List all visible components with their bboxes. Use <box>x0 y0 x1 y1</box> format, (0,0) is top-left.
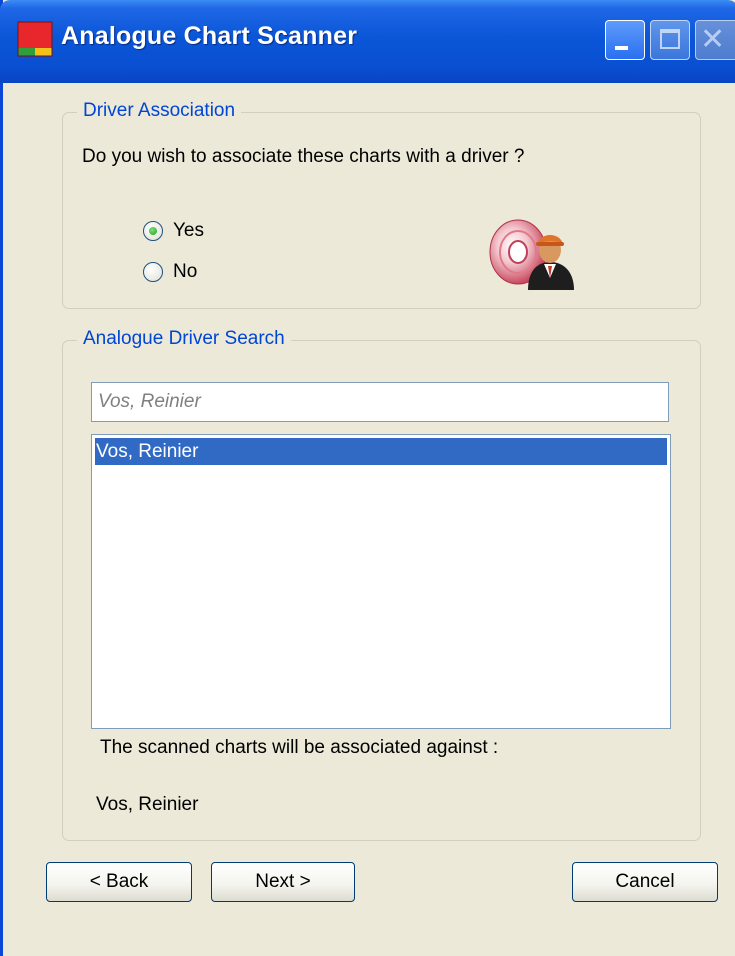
app-icon <box>17 21 53 57</box>
maximize-icon <box>660 29 680 49</box>
radio-yes[interactable]: Yes <box>143 220 204 242</box>
radio-no-label: No <box>173 261 198 282</box>
association-value: Vos, Reinier <box>96 794 199 815</box>
close-button[interactable]: ✕ <box>695 20 735 60</box>
radio-no-circle[interactable] <box>143 262 163 282</box>
wizard-window: Analogue Chart Scanner ✕ Driver Associat… <box>0 0 735 956</box>
next-button[interactable]: Next > <box>211 862 355 902</box>
minimize-icon <box>615 46 628 50</box>
back-button[interactable]: < Back <box>46 862 192 902</box>
driver-search-legend: Analogue Driver Search <box>77 328 291 350</box>
window-title: Analogue Chart Scanner <box>61 22 358 50</box>
list-item[interactable]: Vos, Reinier <box>95 438 667 465</box>
radio-yes-circle[interactable] <box>143 221 163 241</box>
close-icon: ✕ <box>700 23 726 56</box>
cancel-button[interactable]: Cancel <box>572 862 718 902</box>
title-bar[interactable]: Analogue Chart Scanner ✕ <box>0 0 735 83</box>
driver-association-legend: Driver Association <box>77 100 242 122</box>
radio-no[interactable]: No <box>143 261 197 283</box>
minimize-button[interactable] <box>605 20 645 60</box>
association-question: Do you wish to associate these charts wi… <box>82 146 525 167</box>
radio-yes-label: Yes <box>173 220 204 241</box>
association-label: The scanned charts will be associated ag… <box>100 737 499 758</box>
driver-results-list[interactable]: Vos, Reinier <box>91 434 671 729</box>
driver-disc-icon <box>489 219 574 290</box>
driver-search-input[interactable] <box>91 382 669 422</box>
maximize-button[interactable] <box>650 20 690 60</box>
